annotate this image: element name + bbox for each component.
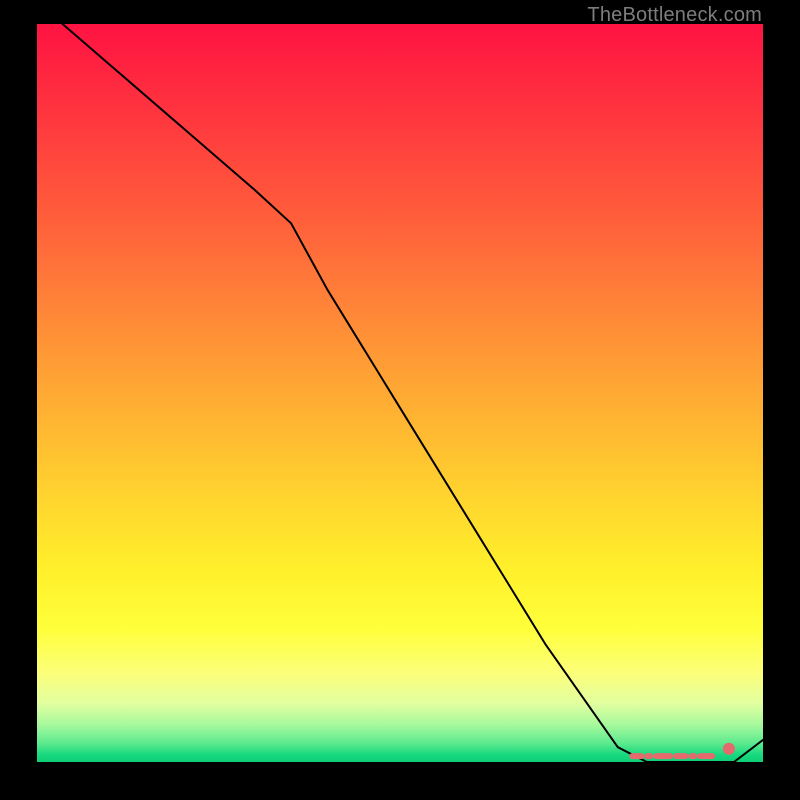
markers bbox=[632, 743, 735, 756]
chart-frame: TheBottleneck.com bbox=[0, 0, 800, 800]
plot-area bbox=[37, 24, 763, 762]
attribution-text: TheBottleneck.com bbox=[587, 4, 762, 27]
chart-overlay bbox=[37, 24, 763, 762]
curve-line bbox=[37, 24, 763, 762]
marker-dot bbox=[723, 743, 735, 755]
